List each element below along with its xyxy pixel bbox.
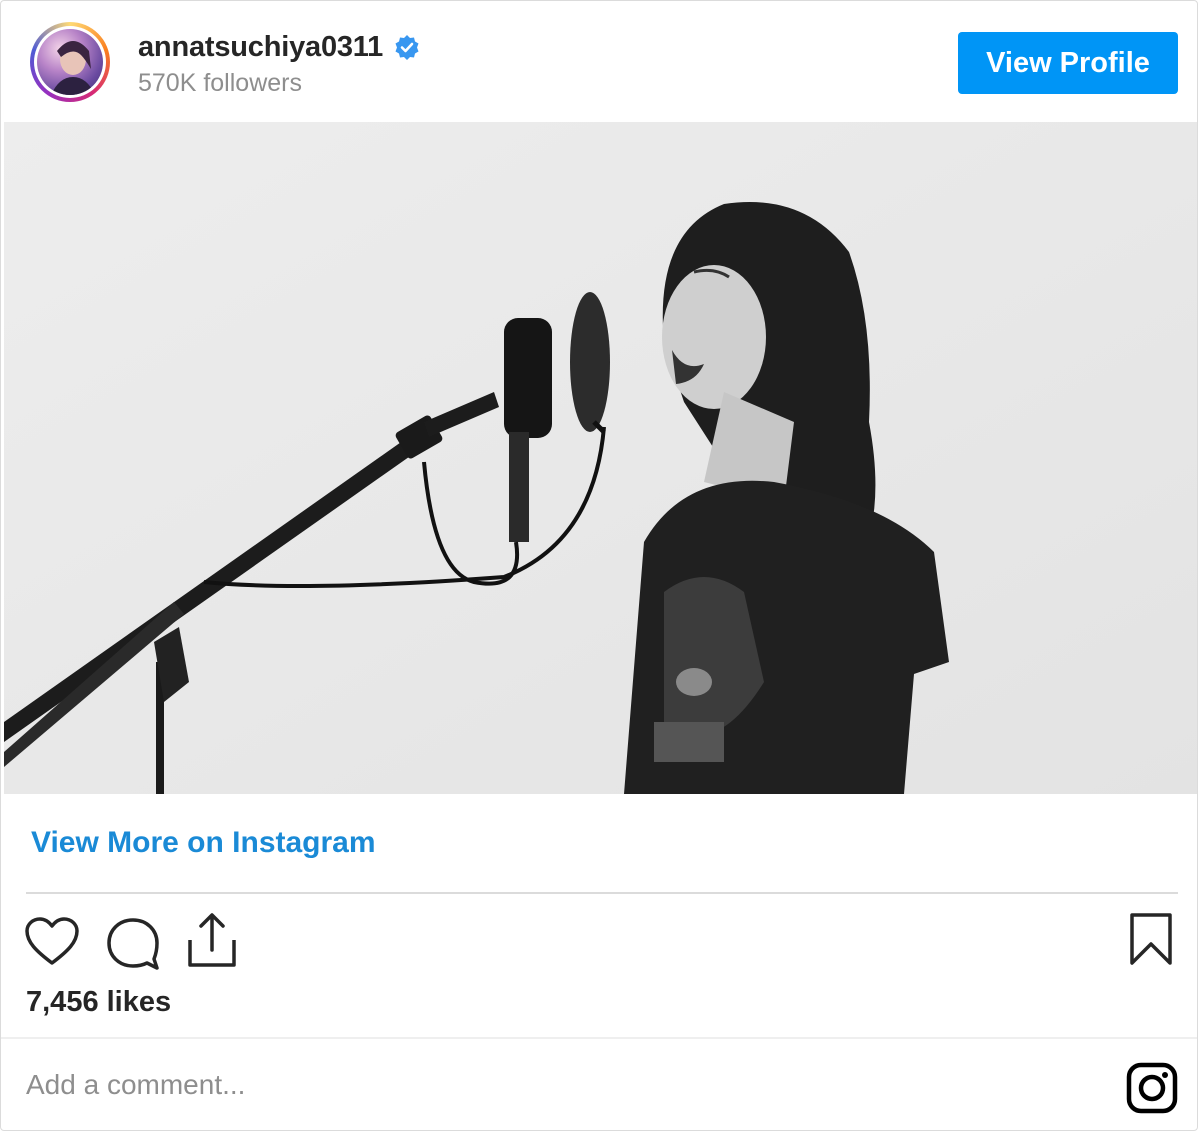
- likes-count: 7,456 likes: [26, 986, 172, 1018]
- avatar[interactable]: [30, 22, 110, 102]
- post-photo[interactable]: [4, 122, 1197, 794]
- singer-photo: [4, 122, 1197, 794]
- heart-icon[interactable]: [24, 916, 80, 968]
- add-comment-input[interactable]: Add a comment...: [26, 1069, 245, 1101]
- comment-icon[interactable]: [105, 915, 161, 971]
- followers-count: 570K followers: [138, 69, 302, 97]
- view-profile-button[interactable]: View Profile: [958, 32, 1178, 94]
- action-bar: [1, 906, 1197, 976]
- divider: [26, 892, 1178, 894]
- instagram-icon[interactable]: [1126, 1062, 1178, 1114]
- view-more-link[interactable]: View More on Instagram: [31, 826, 376, 860]
- username[interactable]: annatsuchiya0311: [138, 31, 383, 64]
- divider: [1, 1037, 1197, 1039]
- instagram-embed-card: annatsuchiya0311 570K followers View Pro…: [0, 0, 1198, 1131]
- verified-badge-icon: [395, 34, 419, 60]
- bookmark-icon[interactable]: [1127, 911, 1175, 967]
- avatar-image: [37, 29, 103, 95]
- share-icon[interactable]: [185, 910, 239, 970]
- post-header: annatsuchiya0311 570K followers View Pro…: [1, 1, 1197, 122]
